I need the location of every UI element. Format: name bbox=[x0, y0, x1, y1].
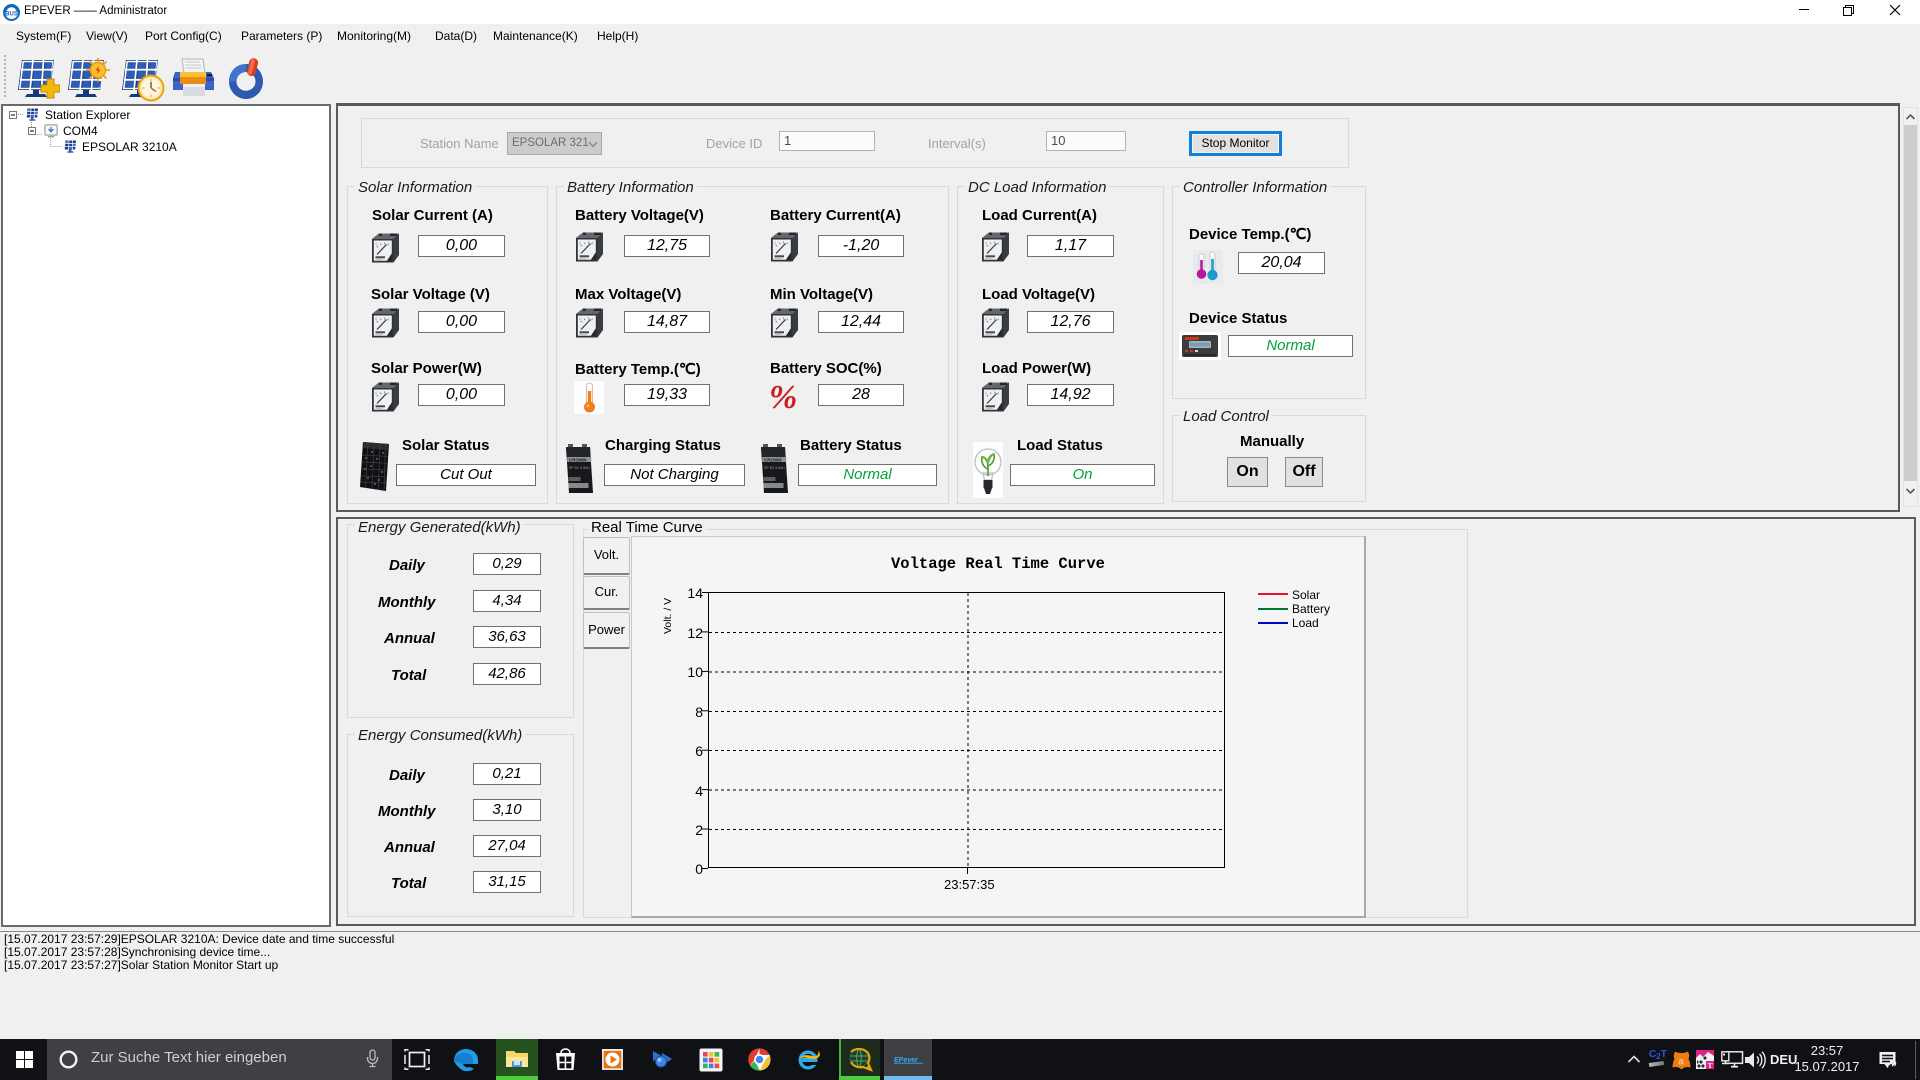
svg-text:T: T bbox=[1708, 1061, 1713, 1069]
svg-text:BUS: BUS bbox=[5, 12, 18, 18]
svg-text:a: a bbox=[1678, 1057, 1684, 1068]
